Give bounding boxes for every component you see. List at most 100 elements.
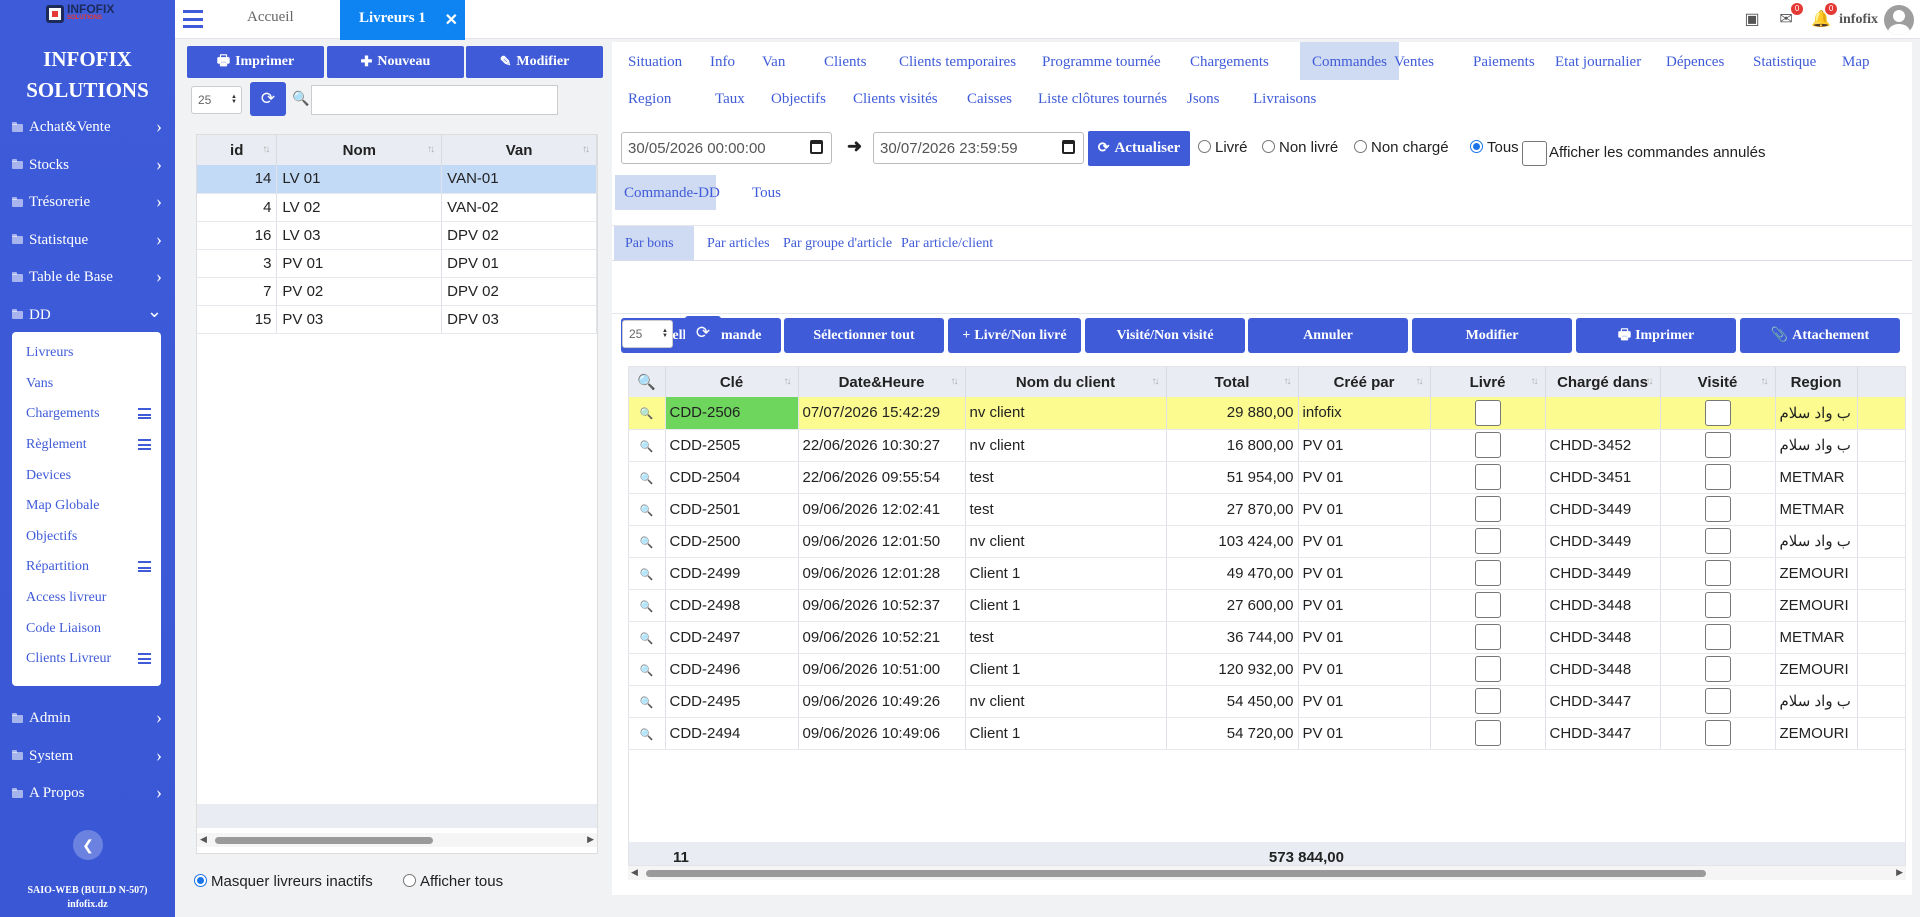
delivered-checkbox[interactable] — [1474, 624, 1501, 650]
delivered-checkbox[interactable] — [1474, 432, 1501, 458]
orders-column-header-3[interactable]: Total ↑↓ — [1166, 367, 1299, 397]
magnifier-icon[interactable]: 🔍 — [640, 569, 654, 581]
visited-checkbox[interactable] — [1704, 592, 1731, 618]
submenu-item-10[interactable]: Clients Livreur — [12, 644, 161, 675]
sidebar-item-5[interactable]: DD ⌄ — [0, 297, 175, 335]
print-button[interactable]: 🖶 Imprimer — [187, 46, 324, 78]
table-row[interactable]: 🔍 CDD-2500 09/06/2026 12:01:50 nv client 103… — [629, 525, 1905, 558]
table-row[interactable]: 🔍 CDD-2498 09/06/2026 10:52:37 Client 1 27 6… — [629, 589, 1905, 622]
sidebar-bottom-item-0[interactable]: Admin › — [0, 700, 175, 738]
row-view-cell[interactable]: 🔍 — [629, 397, 666, 430]
messages-icon[interactable]: ✉ 0 — [1777, 2, 1804, 28]
sort-icon[interactable]: ↑↓ — [1531, 376, 1539, 387]
view-tab-1[interactable]: Par articles — [707, 226, 770, 261]
magnifier-icon[interactable]: 🔍 — [640, 665, 654, 677]
tab-clients[interactable]: Clients — [824, 42, 867, 80]
subtab-0[interactable]: Commande-DD — [615, 175, 720, 210]
orders-column-header-2[interactable]: Nom du client ↑↓ — [965, 367, 1167, 397]
tab-caisses[interactable]: Caisses — [967, 79, 1012, 117]
orders-column-header-0[interactable]: Clé ↑↓ — [665, 367, 799, 397]
tab-objectifs[interactable]: Objectifs — [771, 79, 826, 117]
visited-checkbox[interactable] — [1704, 496, 1731, 522]
sidebar-bottom-item-1[interactable]: System › — [0, 738, 175, 776]
visited-checkbox[interactable] — [1704, 399, 1731, 426]
option-hide-inactive[interactable]: Masquer livreurs inactifs — [194, 873, 373, 890]
visited-checkbox[interactable] — [1704, 432, 1731, 458]
row-view-cell[interactable]: 🔍 — [629, 525, 666, 558]
submenu-item-4[interactable]: Devices — [12, 460, 161, 491]
magnifier-icon[interactable]: 🔍 — [640, 505, 654, 517]
horizontal-scrollbar[interactable]: ◀ ▶ — [197, 833, 597, 847]
delivered-checkbox[interactable] — [1474, 688, 1501, 714]
scroll-right-icon[interactable]: ▶ — [1896, 867, 1903, 878]
column-search[interactable]: 🔍 — [629, 367, 666, 397]
sort-icon[interactable]: ↑↓ — [427, 144, 435, 155]
sort-icon[interactable]: ↑↓ — [262, 144, 270, 155]
magnifier-icon[interactable]: 🔍 — [640, 408, 654, 420]
table-row[interactable]: 🔍 CDD-2504 22/06/2026 09:55:54 test 51 954,0… — [629, 461, 1905, 494]
tab-commandes[interactable]: Commandes — [1300, 42, 1399, 80]
tab-livreurs[interactable]: Livreurs 1 ✕ — [340, 0, 465, 40]
row-view-cell[interactable]: 🔍 — [629, 621, 666, 654]
tab-paiements[interactable]: Paiements — [1473, 42, 1535, 80]
orders-scroll-thumb[interactable] — [646, 870, 1706, 877]
sidebar-bottom-item-2[interactable]: A Propos › — [0, 775, 175, 813]
submenu-item-1[interactable]: Vans — [12, 369, 161, 400]
submenu-item-7[interactable]: Répartition — [12, 552, 161, 583]
search-icon[interactable]: 🔍 — [637, 374, 656, 391]
orders-column-header-8[interactable]: Region — [1775, 367, 1858, 397]
orders-refresh-button[interactable]: ⟳ — [685, 316, 721, 350]
view-tab-2[interactable]: Par groupe d'article — [783, 226, 892, 261]
row-view-cell[interactable]: 🔍 — [629, 589, 666, 622]
avatar[interactable] — [1884, 4, 1914, 35]
sort-icon[interactable]: ↑↓ — [951, 376, 959, 387]
row-view-cell[interactable]: 🔍 — [629, 717, 666, 750]
filter-radio[interactable] — [1354, 140, 1367, 153]
delivered-checkbox[interactable] — [1474, 720, 1501, 746]
submenu-item-3[interactable]: Règlement — [12, 430, 161, 461]
date-to-input[interactable]: 30/07/2026 23:59:59 — [873, 132, 1084, 164]
row-view-cell[interactable]: 🔍 — [629, 461, 666, 494]
tab-info[interactable]: Info — [710, 42, 735, 80]
scroll-left-icon[interactable]: ◀ — [200, 834, 207, 845]
sidebar-item-2[interactable]: Trésorerie › — [0, 184, 175, 222]
submenu-item-2[interactable]: Chargements — [12, 399, 161, 430]
filter-0[interactable]: Livré — [1198, 139, 1248, 156]
delivered-checkbox[interactable] — [1474, 464, 1501, 490]
sidebar-item-3[interactable]: Statistque › — [0, 222, 175, 260]
orders-column-header-5[interactable]: Livré ↑↓ — [1430, 367, 1546, 397]
table-row[interactable]: 14 LV 01 VAN-01 — [197, 165, 597, 194]
subtab-1[interactable]: Tous — [752, 175, 781, 210]
filter-radio[interactable] — [1262, 140, 1275, 153]
tab-clients-temporaires[interactable]: Clients temporaires — [899, 42, 1016, 80]
scroll-right-icon[interactable]: ▶ — [587, 834, 594, 845]
delivered-checkbox[interactable] — [1474, 560, 1501, 586]
filter-1[interactable]: Non livré — [1262, 139, 1338, 156]
table-row[interactable]: 15 PV 03 DPV 03 — [197, 305, 597, 334]
row-view-cell[interactable]: 🔍 — [629, 493, 666, 526]
edit-button[interactable]: ✎ Modifier — [466, 46, 603, 78]
calculator-icon[interactable]: ▣ — [1743, 11, 1761, 28]
sort-icon[interactable]: ↑↓ — [1646, 376, 1654, 387]
orders-column-header-1[interactable]: Date&Heure ↑↓ — [798, 367, 966, 397]
tab-jsons[interactable]: Jsons — [1187, 79, 1220, 117]
orders-column-header-6[interactable]: Chargé dans ↑↓ — [1545, 367, 1661, 397]
visited-checkbox[interactable] — [1704, 624, 1731, 650]
tab-livraisons[interactable]: Livraisons — [1253, 79, 1316, 117]
table-row[interactable]: 🔍 CDD-2495 09/06/2026 10:49:26 nv client 54 … — [629, 685, 1905, 718]
radio-hide-inactive[interactable] — [194, 874, 207, 887]
row-view-cell[interactable]: 🔍 — [629, 557, 666, 590]
page-size-select[interactable]: 25 — [191, 86, 242, 114]
close-tab-icon[interactable]: ✕ — [445, 10, 458, 30]
visited-checkbox[interactable] — [1704, 464, 1731, 490]
filter-radio[interactable] — [1470, 140, 1483, 153]
delivered-checkbox[interactable] — [1474, 656, 1501, 682]
tab-region[interactable]: Region — [628, 79, 671, 117]
collapse-sidebar-button[interactable]: ❮ — [73, 830, 103, 860]
table-row[interactable]: 🔍 CDD-2505 22/06/2026 10:30:27 nv client 16 … — [629, 429, 1905, 462]
orders-column-header-4[interactable]: Créé par ↑↓ — [1298, 367, 1431, 397]
row-view-cell[interactable]: 🔍 — [629, 653, 666, 686]
table-row[interactable]: 4 LV 02 VAN-02 — [197, 193, 597, 222]
table-row[interactable]: 🔍 CDD-2496 09/06/2026 10:51:00 Client 1 120 … — [629, 653, 1905, 686]
filter-2[interactable]: Non chargé — [1354, 139, 1449, 156]
